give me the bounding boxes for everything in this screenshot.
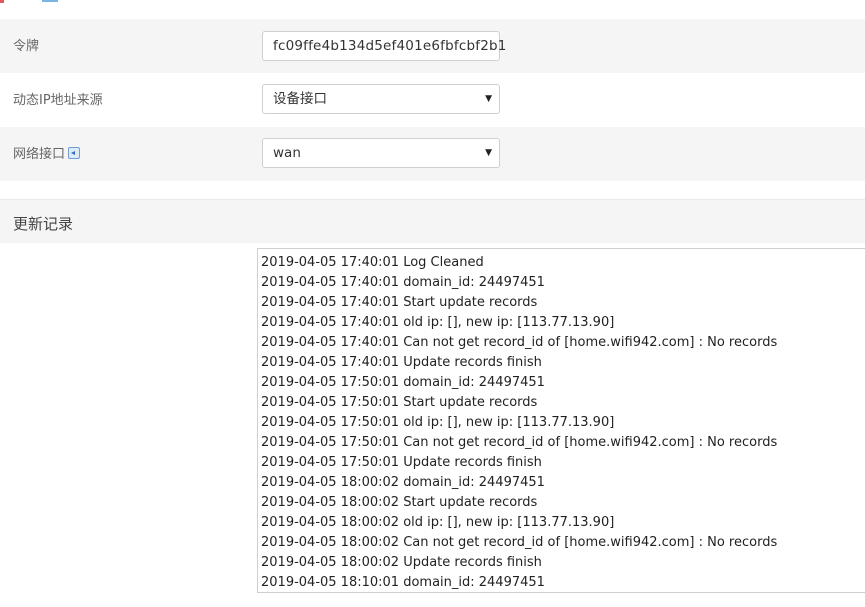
- log-line: 2019-04-05 18:00:02 Update records finis…: [261, 555, 542, 570]
- log-line: 2019-04-05 18:00:02 domain_id: 24497451: [261, 475, 545, 490]
- ip-source-value: 设备接口: [273, 91, 327, 107]
- top-bar: [0, 0, 865, 19]
- info-icon[interactable]: [68, 147, 81, 159]
- log-line: 2019-04-05 17:40:01 old ip: [], new ip: …: [261, 315, 615, 330]
- log-textarea[interactable]: 2019-04-05 17:40:01 Log Cleaned 2019-04-0…: [257, 248, 865, 593]
- interface-value: wan: [273, 145, 301, 161]
- ip-source-row: 动态IP地址来源 设备接口 ▼: [0, 73, 865, 127]
- log-line: 2019-04-05 18:00:02 Can not get record_i…: [261, 535, 778, 550]
- token-input[interactable]: fc09ffe4b134d5ef401e6fbfcbf2b1: [262, 31, 506, 61]
- interface-label-wrap: 网络接口: [13, 143, 81, 162]
- log-line: 2019-04-05 17:40:01 Start update records: [261, 295, 538, 310]
- log-line: 2019-04-05 18:10:01 domain_id: 24497451: [261, 575, 545, 590]
- chevron-down-icon: ▼: [485, 94, 492, 104]
- token-label: 令牌: [13, 39, 40, 54]
- log-line: 2019-04-05 17:40:01 domain_id: 24497451: [261, 275, 545, 290]
- interface-select[interactable]: wan ▼: [262, 138, 500, 168]
- log-line: 2019-04-05 17:50:01 Update records finis…: [261, 455, 542, 470]
- log-line: 2019-04-05 17:50:01 Can not get record_i…: [261, 435, 778, 450]
- log-line: 2019-04-05 17:40:01 Update records finis…: [261, 355, 542, 370]
- ip-source-label: 动态IP地址来源: [13, 93, 103, 108]
- chevron-down-icon: ▼: [485, 148, 492, 158]
- interface-label: 网络接口: [13, 147, 66, 162]
- log-line: 2019-04-05 17:40:01 Log Cleaned: [261, 255, 484, 270]
- interface-row: 网络接口 wan ▼: [0, 127, 865, 181]
- log-section-header: 更新记录: [0, 199, 865, 243]
- log-line: 2019-04-05 17:50:01 Start update records: [261, 395, 538, 410]
- log-line: 2019-04-05 17:50:01 old ip: [], new ip: …: [261, 415, 615, 430]
- red-mark: [0, 0, 4, 3]
- log-line: 2019-04-05 17:50:01 domain_id: 24497451: [261, 375, 545, 390]
- ip-source-select[interactable]: 设备接口 ▼: [262, 84, 500, 114]
- log-line: 2019-04-05 18:00:02 Start update records: [261, 495, 538, 510]
- log-section-title: 更新记录: [13, 215, 74, 233]
- section-gap: [0, 181, 865, 199]
- log-line: 2019-04-05 17:40:01 Can not get record_i…: [261, 335, 778, 350]
- blue-accent: [42, 0, 58, 2]
- token-row: 令牌 fc09ffe4b134d5ef401e6fbfcbf2b1: [0, 19, 865, 73]
- log-line: 2019-04-05 18:00:02 old ip: [], new ip: …: [261, 515, 615, 530]
